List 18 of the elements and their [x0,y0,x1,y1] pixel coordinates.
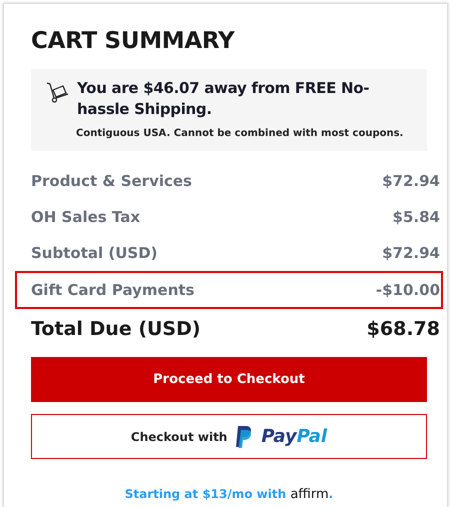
line-amount: -$10.00 [376,281,440,299]
shipping-note: Contiguous USA. Cannot be combined with most coupons. [75,128,404,139]
total-amount: $68.78 [366,318,440,340]
line-label: Subtotal (USD) [31,244,158,262]
hand-truck-icon [46,81,70,103]
paypal-p-icon [235,424,254,448]
line-label: Gift Card Payments [31,281,194,299]
line-label: Product & Services [31,172,192,190]
affirm-financing-link[interactable]: Starting at $13/mo with affirm. [124,487,334,502]
paypal-checkout-button[interactable]: Checkout with PayPal [31,414,427,459]
line-label: OH Sales Tax [31,208,140,226]
line-amount: $5.84 [392,208,440,226]
line-amount: $72.94 [382,244,440,262]
proceed-to-checkout-button[interactable]: Proceed to Checkout [31,357,427,402]
summary-title: CART SUMMARY [31,28,236,54]
line-amount: $72.94 [382,172,440,190]
shipping-message: You are $46.07 away from FREE No-hassle Shipping. [77,78,370,120]
total-label: Total Due (USD) [31,318,201,340]
